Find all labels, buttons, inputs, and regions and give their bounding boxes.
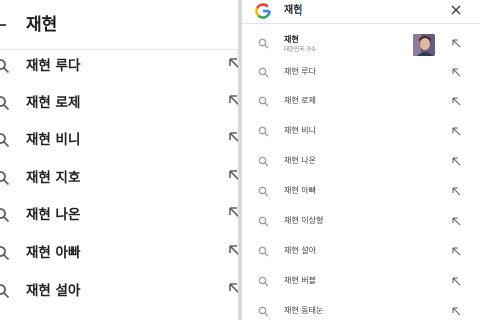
right-suggestion-row[interactable]: 재현 비니 [242, 118, 480, 146]
artist-thumbnail [413, 34, 435, 56]
search-icon [258, 96, 269, 107]
suggestion-label: 재현 이상형 [284, 216, 324, 225]
left-suggestion-row[interactable]: 재현 루다 [0, 48, 238, 85]
left-suggestion-row[interactable]: 재현 나온 [0, 197, 238, 234]
google-logo-icon [255, 3, 271, 19]
right-suggestion-row[interactable]: 재현 설아 [242, 238, 480, 266]
search-icon [258, 38, 269, 49]
search-icon [0, 133, 10, 148]
arrow-up-left-icon[interactable] [452, 277, 461, 286]
arrow-up-left-icon[interactable] [452, 68, 461, 77]
right-suggestion-row[interactable]: 재현 이상형 [242, 208, 480, 236]
search-icon [0, 284, 10, 299]
right-suggestion-row[interactable]: 재현 아빠 [242, 178, 480, 206]
arrow-up-left-icon[interactable] [228, 244, 238, 258]
suggestion-label: 재현 동태눈 [284, 306, 324, 315]
right-top-result-row[interactable]: 재현 대한민국 가수 [242, 30, 480, 58]
right-search-bar[interactable]: 재현 [242, 0, 480, 24]
arrow-up-left-icon[interactable] [452, 247, 461, 256]
suggestion-label: 재현 루다 [26, 58, 81, 74]
left-panel: 재현 재현 루다 재현 로제 재현 비니 재현 지호 재현 나온 재현 아빠 재… [0, 0, 238, 320]
suggestion-label: 재현 버블 [284, 276, 316, 285]
arrow-up-left-icon[interactable] [228, 282, 238, 296]
left-search-query[interactable]: 재현 [26, 14, 57, 36]
left-suggestion-row[interactable]: 재현 아빠 [0, 235, 238, 272]
suggestion-label: 재현 설아 [284, 246, 316, 255]
suggestion-label: 재현 비니 [26, 132, 81, 148]
arrow-up-left-icon[interactable] [228, 169, 238, 183]
left-suggestion-row[interactable]: 재현 설아 [0, 273, 238, 310]
right-suggestion-row[interactable]: 재현 나온 [242, 148, 480, 176]
suggestion-label: 재현 로제 [284, 96, 316, 105]
suggestion-label: 재현 로제 [26, 95, 81, 111]
text-cursor [300, 4, 301, 16]
search-icon [258, 186, 269, 197]
right-suggestion-row[interactable]: 재현 로제 [242, 88, 480, 116]
arrow-up-left-icon[interactable] [452, 187, 461, 196]
arrow-up-left-icon[interactable] [228, 206, 238, 220]
close-icon[interactable] [450, 4, 462, 16]
search-icon [0, 208, 10, 223]
search-icon [258, 306, 269, 317]
suggestion-label: 재현 비니 [284, 126, 316, 135]
suggestion-label: 재현 나온 [26, 207, 81, 223]
suggestion-label: 재현 루다 [284, 67, 316, 76]
search-icon [258, 67, 269, 78]
search-icon [0, 171, 10, 186]
search-icon [0, 246, 10, 261]
top-result-subtitle: 대한민국 가수 [284, 47, 317, 53]
search-icon [0, 59, 10, 74]
top-result-title: 재현 [284, 35, 299, 44]
arrow-up-left-icon[interactable] [452, 97, 461, 106]
suggestion-label: 재현 지호 [26, 170, 81, 186]
search-icon [258, 276, 269, 287]
left-suggestion-row[interactable]: 재현 비니 [0, 122, 238, 159]
arrow-up-left-icon[interactable] [228, 131, 238, 145]
left-search-bar[interactable]: 재현 [0, 0, 238, 50]
arrow-up-left-icon[interactable] [452, 217, 461, 226]
right-suggestion-row[interactable]: 재현 루다 [242, 59, 480, 87]
right-suggestion-row[interactable]: 재현 동태눈 [242, 298, 480, 320]
back-icon[interactable] [0, 24, 6, 26]
search-icon [258, 216, 269, 227]
search-icon [258, 126, 269, 137]
arrow-up-left-icon[interactable] [452, 39, 461, 48]
suggestion-label: 재현 나온 [284, 156, 316, 165]
search-icon [0, 96, 10, 111]
suggestion-label: 재현 아빠 [284, 186, 316, 195]
right-panel: 재현 재현 대한민국 가수 재현 루다 재현 로제 재현 비니 재현 나온 재현… [242, 0, 480, 320]
left-suggestion-row[interactable]: 재현 로제 [0, 85, 238, 122]
search-icon [258, 246, 269, 257]
arrow-up-left-icon[interactable] [228, 94, 238, 108]
arrow-up-left-icon[interactable] [452, 127, 461, 136]
left-suggestion-row[interactable]: 재현 지호 [0, 160, 238, 197]
right-suggestion-row[interactable]: 재현 버블 [242, 268, 480, 296]
suggestion-label: 재현 설아 [26, 283, 81, 299]
search-icon [258, 156, 269, 167]
arrow-up-left-icon[interactable] [452, 157, 461, 166]
arrow-up-left-icon[interactable] [452, 307, 461, 316]
suggestion-label: 재현 아빠 [26, 245, 81, 261]
arrow-up-left-icon[interactable] [228, 57, 238, 71]
